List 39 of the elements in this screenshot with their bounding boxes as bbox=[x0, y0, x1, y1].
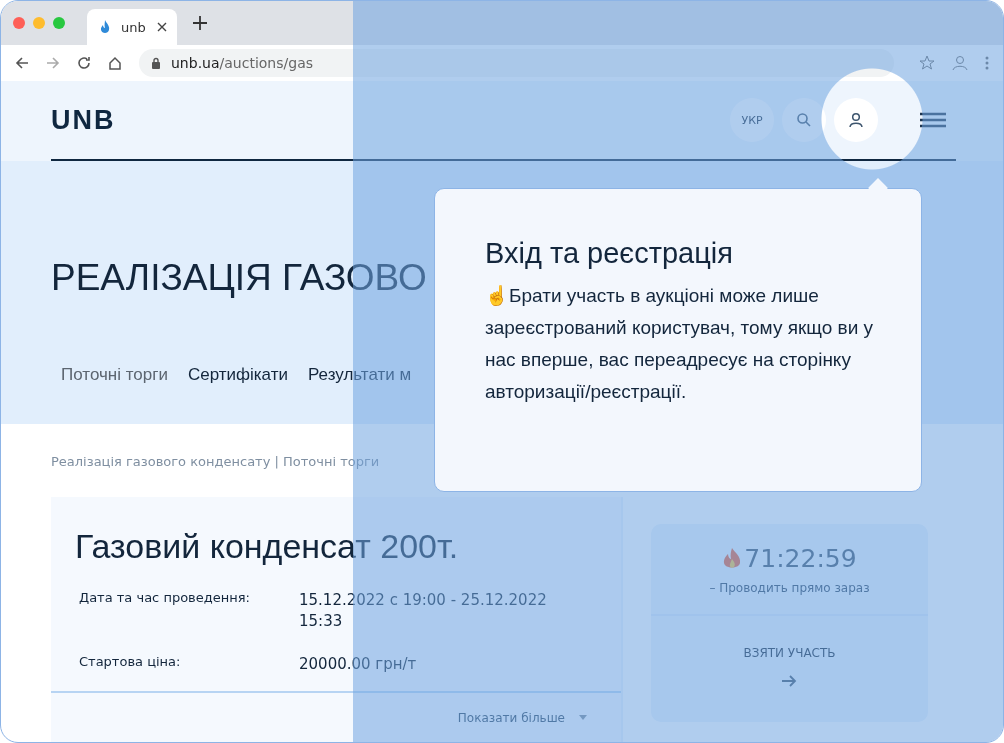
field-value: 15.12.2022 с 19:00 - 25.12.2022 15:33 bbox=[299, 590, 548, 632]
field-label: Стартова ціна: bbox=[79, 654, 182, 671]
forward-arrow-icon[interactable] bbox=[46, 56, 60, 70]
kebab-menu-icon[interactable] bbox=[985, 56, 989, 70]
nav-link[interactable]: Результати м bbox=[308, 365, 412, 385]
countdown-timer: 71:22:59 bbox=[744, 544, 857, 573]
field-label: Дата та час проведення: bbox=[79, 590, 251, 607]
back-arrow-icon[interactable] bbox=[15, 56, 29, 70]
reload-icon[interactable] bbox=[77, 56, 91, 70]
field-value: 20000.00 грн/т bbox=[299, 654, 418, 675]
minimize-window-dot[interactable] bbox=[33, 17, 45, 29]
arrow-right-icon bbox=[781, 674, 798, 688]
popup-title: Вхід та реєстрація bbox=[485, 237, 734, 270]
tab-title: unb bbox=[121, 19, 147, 35]
new-tab-icon[interactable] bbox=[193, 16, 207, 30]
address-field[interactable]: unb.ua/auctions/gas bbox=[139, 49, 894, 77]
nav-link[interactable]: Поточні торги bbox=[61, 365, 168, 385]
lot-title: Газовий конденсат 200т. bbox=[75, 527, 460, 566]
close-icon[interactable] bbox=[157, 22, 167, 32]
status-text: – Проводить прямо зараз bbox=[709, 581, 870, 595]
account-button[interactable] bbox=[834, 98, 878, 142]
page-title: РЕАЛІЗАЦІЯ ГАЗОВО bbox=[51, 257, 427, 299]
star-icon[interactable] bbox=[919, 55, 935, 71]
site-logo[interactable]: UNB bbox=[51, 104, 116, 136]
home-icon[interactable] bbox=[108, 56, 122, 70]
caret-icon[interactable] bbox=[579, 715, 587, 721]
maximize-window-dot[interactable] bbox=[53, 17, 65, 29]
nav-link[interactable]: Сертифікати bbox=[187, 365, 288, 385]
profile-icon[interactable] bbox=[952, 55, 968, 71]
flame-icon bbox=[99, 19, 111, 35]
fire-icon bbox=[722, 546, 743, 571]
browser-tab[interactable]: unb bbox=[87, 9, 177, 45]
search-icon bbox=[796, 112, 812, 128]
menu-icon[interactable] bbox=[920, 112, 946, 128]
search-button[interactable] bbox=[782, 98, 826, 142]
popup-text: ☝Брати участь в аукціоні може лише зареєстрований користувач, тому якщо ви у нас вперше, вас переадресує на сторінку авторизації/реєстрації. bbox=[485, 284, 875, 404]
close-window-dot[interactable] bbox=[13, 17, 25, 29]
user-icon bbox=[848, 112, 864, 128]
lock-icon bbox=[151, 57, 161, 69]
